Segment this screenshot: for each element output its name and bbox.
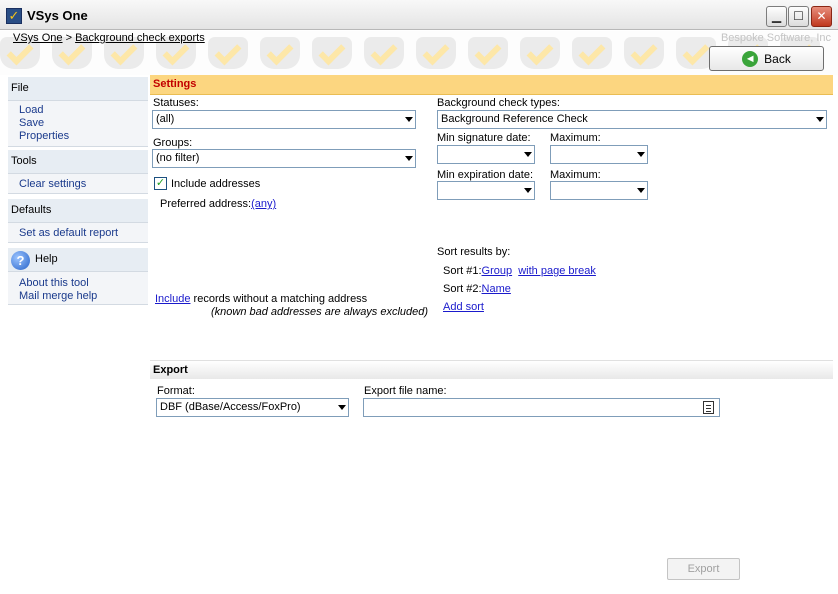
include-records-note: (known bad addresses are always excluded… xyxy=(211,306,429,318)
vendor-label: Bespoke Software, Inc xyxy=(720,32,831,44)
add-sort-link[interactable]: Add sort xyxy=(443,301,484,313)
include-records-line: Include records without a matching addre… xyxy=(155,293,367,305)
min-expiration-date-picker[interactable] xyxy=(437,181,535,200)
browse-file-icon[interactable] xyxy=(703,401,714,414)
chevron-down-icon xyxy=(524,188,532,193)
sidebar-item-save[interactable]: Save xyxy=(8,117,148,130)
min-expiration-label: Min expiration date: xyxy=(437,169,533,181)
sort-results-label: Sort results by: xyxy=(437,246,511,258)
chevron-down-icon xyxy=(637,152,645,157)
sidebar-item-properties[interactable]: Properties xyxy=(8,130,148,143)
title-bar xyxy=(0,0,838,30)
sort-2-label: Sort #2: xyxy=(443,283,482,295)
format-value: DBF (dBase/Access/FoxPro) xyxy=(160,401,301,413)
preferred-address-label: Preferred address: xyxy=(160,198,252,210)
preferred-address: Preferred address:(any) xyxy=(160,198,276,210)
maximize-button[interactable]: ☐ xyxy=(788,6,809,27)
check-types-dropdown[interactable]: Background Reference Check xyxy=(437,110,827,129)
sort-1-label: Sort #1: xyxy=(443,265,482,277)
help-icon: ? xyxy=(11,251,30,270)
min-signature-date-picker[interactable] xyxy=(437,145,535,164)
minimize-button[interactable]: ▁ xyxy=(766,6,787,27)
max-expiration-label: Maximum: xyxy=(550,169,601,181)
chevron-down-icon xyxy=(637,188,645,193)
window-title: VSys One xyxy=(27,8,88,23)
page-break-link[interactable]: with page break xyxy=(518,265,596,277)
sidebar-section-help-title: ? Help xyxy=(8,248,148,272)
include-addresses-checkbox[interactable]: ✓ xyxy=(154,177,167,190)
sidebar-section-help: About this tool Mail merge help xyxy=(8,272,148,305)
include-addresses-label: Include addresses xyxy=(171,178,261,190)
breadcrumb-current-link[interactable]: Background check exports xyxy=(75,32,205,44)
chevron-down-icon xyxy=(338,405,346,410)
sidebar-item-about[interactable]: About this tool xyxy=(8,277,148,290)
back-button[interactable]: ◄ Back xyxy=(709,46,824,71)
chevron-down-icon xyxy=(405,117,413,122)
sort-2-row: Sort #2:Name xyxy=(443,283,511,295)
statuses-label: Statuses: xyxy=(153,97,199,109)
sidebar-item-load[interactable]: Load xyxy=(8,104,148,117)
groups-value: (no filter) xyxy=(156,152,200,164)
format-label: Format: xyxy=(157,385,195,397)
help-title-label: Help xyxy=(35,253,58,265)
settings-section-header: Settings xyxy=(150,75,833,95)
statuses-dropdown[interactable]: (all) xyxy=(152,110,416,129)
chevron-down-icon xyxy=(405,156,413,161)
export-button[interactable]: Export xyxy=(667,558,740,580)
export-section-header: Export xyxy=(150,360,833,379)
sidebar-item-clear-settings[interactable]: Clear settings xyxy=(8,178,148,191)
preferred-address-link[interactable]: (any) xyxy=(251,198,276,210)
max-signature-date-picker[interactable] xyxy=(550,145,648,164)
sidebar: File Load Save Properties Tools Clear se… xyxy=(8,77,148,594)
sidebar-item-set-default-report[interactable]: Set as default report xyxy=(8,227,148,240)
sidebar-section-tools-title: Tools xyxy=(8,150,148,174)
min-signature-label: Min signature date: xyxy=(437,132,531,144)
chevron-down-icon xyxy=(524,152,532,157)
sidebar-section-file-title: File xyxy=(8,77,148,101)
breadcrumb-separator: > xyxy=(65,32,73,44)
sidebar-section-defaults: Set as default report xyxy=(8,223,148,243)
check-types-value: Background Reference Check xyxy=(441,113,588,125)
back-arrow-icon: ◄ xyxy=(742,50,759,67)
sidebar-item-mail-merge-help[interactable]: Mail merge help xyxy=(8,290,148,303)
sidebar-section-defaults-title: Defaults xyxy=(8,199,148,223)
chevron-down-icon xyxy=(816,117,824,122)
max-expiration-date-picker[interactable] xyxy=(550,181,648,200)
sort-1-row: Sort #1:Group with page break xyxy=(443,265,596,277)
groups-dropdown[interactable]: (no filter) xyxy=(152,149,416,168)
sort-1-link[interactable]: Group xyxy=(482,265,513,277)
include-records-link[interactable]: Include xyxy=(155,293,190,305)
sidebar-section-tools: Clear settings xyxy=(8,174,148,194)
sidebar-section-file: Load Save Properties xyxy=(8,101,148,147)
sort-2-link[interactable]: Name xyxy=(482,283,511,295)
include-records-text: records without a matching address xyxy=(190,293,368,305)
max-signature-label: Maximum: xyxy=(550,132,601,144)
format-dropdown[interactable]: DBF (dBase/Access/FoxPro) xyxy=(156,398,349,417)
breadcrumb: VSys One > Background check exports xyxy=(13,32,205,44)
groups-label: Groups: xyxy=(153,137,193,149)
close-button[interactable]: ✕ xyxy=(811,6,832,27)
export-filename-label: Export file name: xyxy=(364,385,447,397)
check-types-label: Background check types: xyxy=(437,97,560,109)
app-logo-icon: ✓ xyxy=(6,8,22,24)
breadcrumb-root-link[interactable]: VSys One xyxy=(13,32,63,44)
export-filename-input[interactable] xyxy=(363,398,720,417)
statuses-value: (all) xyxy=(156,113,175,125)
back-button-label: Back xyxy=(764,51,791,66)
